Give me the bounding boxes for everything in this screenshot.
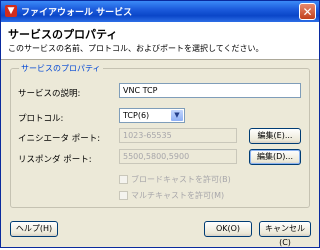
service-desc-input[interactable]: VNC TCP xyxy=(119,83,301,98)
responder-port-input[interactable]: 5500,5800,5900 xyxy=(119,149,237,164)
responder-port-label: リスポンダ ポート: xyxy=(18,155,92,165)
group-legend: サービスのプロパティ xyxy=(19,63,103,74)
ok-button[interactable]: OK(O) xyxy=(204,221,252,237)
edit-initiator-button[interactable]: 編集(E)... xyxy=(249,128,301,144)
close-button[interactable]: ✕ xyxy=(299,3,316,20)
service-desc-label: サービスの説明: xyxy=(18,89,81,99)
cancel-button[interactable]: キャンセル(C) xyxy=(259,221,311,247)
page-description: このサービスの名前、プロトコル、およびポートを選択してください。 xyxy=(8,44,264,53)
initiator-port-input[interactable]: 1023-65535 xyxy=(119,128,237,143)
page-title: サービスのプロパティ xyxy=(8,28,118,41)
dialog-window: ▼ ファイアウォール サービス ✕ サービスのプロパティ このサービスの名前、プ… xyxy=(0,0,320,248)
window-title: ファイアウォール サービス xyxy=(21,8,133,18)
firewall-icon: ▼ xyxy=(5,5,17,17)
multicast-checkbox[interactable] xyxy=(119,191,128,200)
edit-responder-button[interactable]: 編集(D)... xyxy=(249,149,301,165)
broadcast-checkbox[interactable] xyxy=(119,175,128,184)
help-button[interactable]: ヘルプ(H) xyxy=(10,221,58,237)
protocol-select[interactable]: TCP(6) ▼ xyxy=(119,108,185,123)
protocol-label: プロトコル: xyxy=(18,114,64,124)
multicast-option[interactable]: マルチキャストを許可(M) xyxy=(119,190,224,201)
dialog-header: サービスのプロパティ このサービスの名前、プロトコル、およびポートを選択してくだ… xyxy=(1,22,319,60)
chevron-down-icon: ▼ xyxy=(171,110,183,121)
title-bar[interactable]: ▼ ファイアウォール サービス ✕ xyxy=(1,1,319,22)
multicast-label: マルチキャストを許可(M) xyxy=(131,191,225,200)
broadcast-option[interactable]: ブロードキャストを許可(B) xyxy=(119,174,231,185)
protocol-value: TCP(6) xyxy=(123,111,150,120)
initiator-port-label: イニシエータ ポート: xyxy=(18,134,101,144)
broadcast-label: ブロードキャストを許可(B) xyxy=(131,175,231,184)
